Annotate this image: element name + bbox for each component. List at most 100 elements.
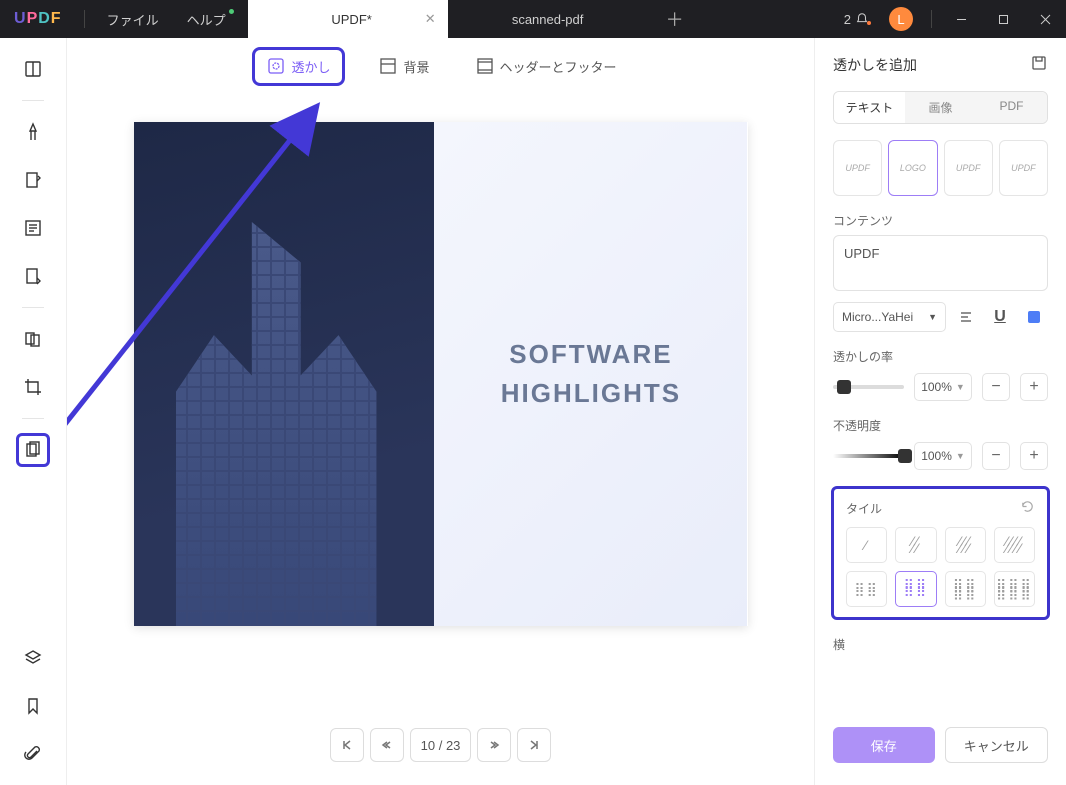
- tile-option-7[interactable]: ⣿⣿⣿⣿: [945, 571, 986, 607]
- reset-icon[interactable]: [1020, 499, 1035, 517]
- menu-help[interactable]: ヘルプ: [173, 10, 240, 29]
- watermark-text-input[interactable]: [833, 235, 1048, 291]
- divider: [931, 10, 932, 28]
- chevron-down-icon: ▼: [928, 312, 937, 322]
- divider: [22, 418, 44, 419]
- sidebar-crop[interactable]: [16, 370, 50, 404]
- sidebar-edit[interactable]: [16, 163, 50, 197]
- ratio-decrease-button[interactable]: −: [982, 373, 1010, 401]
- page-separator: /: [439, 738, 443, 753]
- tile-option-2[interactable]: ⁄⁄⁄⁄: [895, 527, 936, 563]
- notification-dot-icon: [867, 21, 871, 25]
- divider: [22, 100, 44, 101]
- toolbar-label: ヘッダーとフッター: [500, 57, 617, 76]
- opacity-group: 不透明度 100%▼ − +: [833, 417, 1048, 470]
- ratio-increase-button[interactable]: +: [1020, 373, 1048, 401]
- notification-dot-icon: [229, 9, 234, 14]
- watermark-type-tabs: テキスト 画像 PDF: [833, 91, 1048, 124]
- preset-3[interactable]: UPDF: [944, 140, 993, 196]
- tile-option-5[interactable]: ⠶⠶⠶⠶: [846, 571, 887, 607]
- sidebar-form[interactable]: [16, 211, 50, 245]
- tile-option-4[interactable]: ⁄⁄⁄⁄⁄⁄⁄⁄: [994, 527, 1035, 563]
- watermark-panel: 透かしを追加 テキスト 画像 PDF UPDF LOGO UPDF UPDF コ…: [814, 38, 1066, 785]
- panel-footer: 保存 キャンセル: [815, 713, 1066, 785]
- horizontal-label: 横: [833, 636, 1048, 653]
- canvas-area: 透かし 背景 ヘッダーとフッター: [67, 38, 814, 785]
- tab-new[interactable]: ＋: [648, 0, 702, 38]
- cancel-button[interactable]: キャンセル: [945, 727, 1049, 763]
- ratio-value-select[interactable]: 100%▼: [914, 373, 972, 401]
- window-controls: 2 L: [834, 0, 1066, 38]
- sidebar-organize[interactable]: [16, 322, 50, 356]
- opacity-increase-button[interactable]: +: [1020, 442, 1048, 470]
- tile-option-1[interactable]: ⁄: [846, 527, 887, 563]
- document-page[interactable]: SOFTWARE HIGHLIGHTS: [134, 122, 748, 626]
- content-group: コンテンツ Micro...YaHei ▼ U: [833, 212, 1048, 332]
- toolbar-headerfooter-button[interactable]: ヘッダーとフッター: [464, 50, 629, 83]
- save-template-icon[interactable]: [1030, 54, 1048, 75]
- tab-active[interactable]: UPDF* ✕: [248, 0, 448, 38]
- next-page-button[interactable]: [477, 728, 511, 762]
- content-label: コンテンツ: [833, 212, 1048, 229]
- preset-4[interactable]: UPDF: [999, 140, 1048, 196]
- align-button[interactable]: [952, 303, 980, 331]
- page-number-input[interactable]: 10 / 23: [410, 728, 472, 762]
- page-navigator: 10 / 23: [67, 705, 814, 785]
- menu-file[interactable]: ファイル: [93, 10, 173, 29]
- tile-grid: ⁄ ⁄⁄⁄⁄ ⁄⁄⁄⁄⁄⁄ ⁄⁄⁄⁄⁄⁄⁄⁄ ⠶⠶⠶⠶ ⠿⠿⠿⠿ ⣿⣿⣿⣿ ⣿⣿…: [846, 527, 1035, 607]
- preset-2[interactable]: LOGO: [888, 140, 937, 196]
- maximize-button[interactable]: [982, 0, 1024, 38]
- font-select[interactable]: Micro...YaHei ▼: [833, 302, 946, 332]
- toolbar-watermark-button[interactable]: 透かし: [252, 47, 345, 86]
- font-name: Micro...YaHei: [842, 310, 913, 324]
- page-headline: SOFTWARE HIGHLIGHTS: [501, 335, 681, 413]
- minimize-button[interactable]: [940, 0, 982, 38]
- sidebar-ocr[interactable]: [16, 259, 50, 293]
- preset-1[interactable]: UPDF: [833, 140, 882, 196]
- tile-label: タイル: [846, 500, 882, 517]
- last-page-button[interactable]: [517, 728, 551, 762]
- toolbar-background-button[interactable]: 背景: [367, 50, 441, 83]
- ratio-group: 透かしの率 100%▼ − +: [833, 348, 1048, 401]
- ratio-slider[interactable]: [833, 385, 904, 389]
- close-button[interactable]: [1024, 0, 1066, 38]
- tile-option-6[interactable]: ⠿⠿⠿⠿: [895, 571, 936, 607]
- headline-line2: HIGHLIGHTS: [501, 374, 681, 413]
- type-tab-image[interactable]: 画像: [905, 92, 976, 123]
- sidebar-attachment[interactable]: [16, 737, 50, 771]
- sidebar-page-tools[interactable]: [16, 433, 50, 467]
- sidebar-layers[interactable]: [16, 641, 50, 675]
- page-left-image: [134, 122, 435, 626]
- slider-thumb[interactable]: [898, 449, 912, 463]
- first-page-button[interactable]: [330, 728, 364, 762]
- prev-page-button[interactable]: [370, 728, 404, 762]
- type-tab-pdf[interactable]: PDF: [976, 92, 1047, 123]
- sidebar-annotate[interactable]: [16, 115, 50, 149]
- save-button[interactable]: 保存: [833, 727, 935, 763]
- ratio-label: 透かしの率: [833, 348, 1048, 365]
- preset-row: UPDF LOGO UPDF UPDF: [833, 140, 1048, 196]
- opacity-decrease-button[interactable]: −: [982, 442, 1010, 470]
- tab-inactive[interactable]: scanned-pdf: [448, 0, 648, 38]
- slider-thumb[interactable]: [837, 380, 851, 394]
- page-tool-toolbar: 透かし 背景 ヘッダーとフッター: [67, 38, 814, 94]
- type-tab-text[interactable]: テキスト: [834, 92, 905, 123]
- tab-label: UPDF*: [331, 12, 371, 27]
- opacity-value: 100%: [921, 449, 952, 463]
- app-logo: UPDF: [14, 10, 62, 28]
- tile-option-3[interactable]: ⁄⁄⁄⁄⁄⁄: [945, 527, 986, 563]
- tab-label: scanned-pdf: [512, 12, 584, 27]
- sidebar-bookmark[interactable]: [16, 689, 50, 723]
- opacity-slider[interactable]: [833, 454, 904, 458]
- underline-button[interactable]: U: [986, 303, 1014, 331]
- user-avatar[interactable]: L: [889, 7, 913, 31]
- tile-section: タイル ⁄ ⁄⁄⁄⁄ ⁄⁄⁄⁄⁄⁄ ⁄⁄⁄⁄⁄⁄⁄⁄ ⠶⠶⠶⠶ ⠿⠿⠿⠿ ⣿⣿⣿…: [831, 486, 1050, 620]
- text-color-button[interactable]: [1020, 303, 1048, 331]
- notification-bell[interactable]: 2: [834, 12, 879, 27]
- sidebar-reader-mode[interactable]: [16, 52, 50, 86]
- ratio-value: 100%: [921, 380, 952, 394]
- tile-option-8[interactable]: ⣿⣿⣿⣿⣿⣿: [994, 571, 1035, 607]
- close-icon[interactable]: ✕: [425, 11, 436, 27]
- document-tabs: UPDF* ✕ scanned-pdf ＋: [248, 0, 702, 38]
- opacity-value-select[interactable]: 100%▼: [914, 442, 972, 470]
